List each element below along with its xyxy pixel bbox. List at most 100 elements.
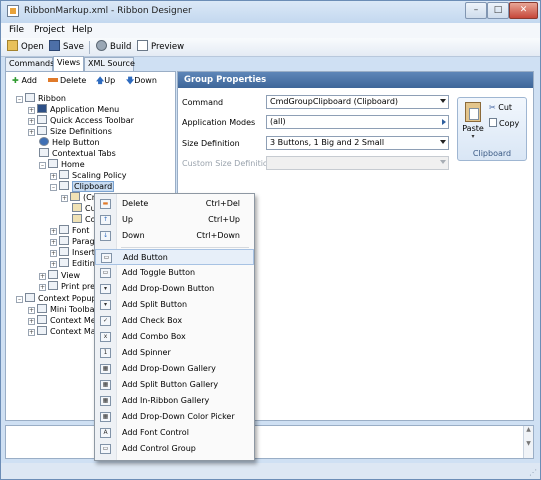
gallery-icon: ▦ <box>100 364 111 374</box>
ctx-delete[interactable]: ▬ Delete Ctrl+Del <box>95 196 254 212</box>
tree-node-help-button[interactable]: Help Button <box>39 137 100 148</box>
tree-node-quick-access-toolbar[interactable]: + Quick Access Toolbar <box>28 115 134 126</box>
resize-grip-icon[interactable]: ⋰ <box>529 468 537 477</box>
ctx-add-control-group[interactable]: ▭ Add Control Group <box>95 441 254 457</box>
expand-icon[interactable]: + <box>28 118 35 125</box>
expand-icon[interactable]: + <box>28 129 35 136</box>
expand-icon[interactable]: + <box>28 107 35 114</box>
ctx-add-font-control-label: Add Font Control <box>122 428 189 437</box>
expand-icon[interactable]: + <box>39 284 46 291</box>
ctx-add-in-ribbon-gallery[interactable]: ▦ Add In-Ribbon Gallery <box>95 393 254 409</box>
tab-views[interactable]: Views <box>53 56 84 71</box>
expand-icon[interactable]: + <box>28 329 35 336</box>
title-bar[interactable]: RibbonMarkup.xml - Ribbon Designer – □ ✕ <box>1 1 540 23</box>
group-preview: Paste ▾ ✂ Cut Copy Clipboard <box>457 97 527 161</box>
preview-button[interactable]: Preview <box>137 40 184 55</box>
folder-open-icon <box>7 40 18 51</box>
preview-cut-label: Cut <box>498 103 513 112</box>
ctx-add-split-button[interactable]: ▾ Add Split Button <box>95 297 254 313</box>
tree-node-view[interactable]: + View <box>39 270 80 281</box>
collapse-icon[interactable]: – <box>16 96 23 103</box>
ctx-add-button[interactable]: ▭ Add Button <box>95 249 254 265</box>
tree-node-label: Insert <box>72 248 95 257</box>
ctx-up-shortcut: Ctrl+Up <box>208 215 240 224</box>
ctx-add-toggle-button[interactable]: ▭ Add Toggle Button <box>95 265 254 281</box>
color-picker-icon: ▦ <box>100 412 111 422</box>
tree-node-context-maps[interactable]: + Context Map <box>28 326 101 337</box>
collapse-icon[interactable]: – <box>50 184 57 191</box>
tab-icon <box>48 159 58 168</box>
tree-context-menu: ▬ Delete Ctrl+Del ↑ Up Ctrl+Up ↓ Down Ctrl+Dow… <box>94 193 255 461</box>
tab-xml-source[interactable]: XML Source <box>84 57 135 71</box>
ctx-add-spinner-label: Add Spinner <box>122 348 171 357</box>
tree-node-size-definitions[interactable]: + Size Definitions <box>28 126 112 137</box>
menu-help[interactable]: Help <box>72 25 93 35</box>
tree-node-clipboard[interactable]: – Clipboard <box>50 181 115 192</box>
tree-node-label: Quick Access Toolbar <box>50 116 134 125</box>
maximize-button[interactable]: □ <box>487 2 509 19</box>
output-panel[interactable]: ▲ ▼ <box>5 425 534 459</box>
custom-size-combo <box>266 156 449 170</box>
ctx-add-drop-down-color-picker[interactable]: ▦ Add Drop-Down Color Picker <box>95 409 254 425</box>
open-label: Open <box>21 42 44 52</box>
ctx-add-font-control[interactable]: A Add Font Control <box>95 425 254 441</box>
ctx-add-control-group-label: Add Control Group <box>122 444 196 453</box>
ctx-up[interactable]: ↑ Up Ctrl+Up <box>95 212 254 228</box>
add-plus-icon: ✚ <box>12 76 22 85</box>
app-modes-field[interactable]: (all) <box>266 115 449 129</box>
save-button[interactable]: Save <box>49 40 84 55</box>
ctx-add-spinner[interactable]: 1 Add Spinner <box>95 345 254 361</box>
button-icon <box>72 203 82 212</box>
size-definition-combo[interactable]: 3 Buttons, 1 Big and 2 Small <box>266 136 449 150</box>
expand-icon[interactable]: + <box>39 273 46 280</box>
ctx-delete-label: Delete <box>122 199 149 208</box>
tree-node-font[interactable]: + Font <box>50 225 89 236</box>
expand-icon[interactable]: + <box>50 261 57 268</box>
tree-node-insert[interactable]: + Insert <box>50 247 95 258</box>
tab-commands[interactable]: Commands <box>5 57 54 71</box>
move-up-button[interactable]: 🡅Up <box>96 75 115 87</box>
expand-icon[interactable]: + <box>61 195 68 202</box>
delete-icon: ▬ <box>100 199 111 209</box>
tree-node-context-popup[interactable]: – Context Popup <box>16 293 97 304</box>
close-button[interactable]: ✕ <box>509 2 538 19</box>
build-button[interactable]: Build <box>96 40 131 55</box>
ctx-down[interactable]: ↓ Down Ctrl+Down <box>95 228 254 244</box>
ctx-add-drop-down-button[interactable]: ▾ Add Drop-Down Button <box>95 281 254 297</box>
output-scrollbar[interactable]: ▲ ▼ <box>523 426 533 458</box>
open-button[interactable]: Open <box>7 40 44 55</box>
expand-icon[interactable]: + <box>28 318 35 325</box>
tree-node-ribbon[interactable]: – Ribbon <box>16 93 66 104</box>
ctx-add-drop-down-gallery[interactable]: ▦ Add Drop-Down Gallery <box>95 361 254 377</box>
group-properties-header: Group Properties <box>178 72 533 88</box>
tree-node-editing[interactable]: + Editing <box>50 258 100 269</box>
command-combo[interactable]: CmdGroupClipboard (Clipboard) <box>266 95 449 109</box>
menu-file[interactable]: File <box>9 25 24 35</box>
expand-icon[interactable]: + <box>50 239 57 246</box>
delete-item-button[interactable]: Delete <box>48 75 86 87</box>
expand-icon[interactable]: + <box>28 307 35 314</box>
tab-icon <box>48 281 58 290</box>
ctx-add-split-button-gallery[interactable]: ▦ Add Split Button Gallery <box>95 377 254 393</box>
ctx-add-combo-box[interactable]: x Add Combo Box <box>95 329 254 345</box>
tree-node-home[interactable]: – Home <box>39 159 85 170</box>
build-gear-icon <box>96 40 107 51</box>
ctx-add-check-box[interactable]: ✓ Add Check Box <box>95 313 254 329</box>
collapse-icon[interactable]: – <box>16 296 23 303</box>
tree-node-application-menu[interactable]: + Application Menu <box>28 104 119 115</box>
collapse-icon[interactable]: – <box>39 162 46 169</box>
expand-icon[interactable]: + <box>50 250 57 257</box>
move-down-button[interactable]: 🡇Down <box>126 75 157 87</box>
expand-icon[interactable]: + <box>50 173 57 180</box>
chevron-right-icon <box>442 119 446 125</box>
add-item-button[interactable]: ✚ Add <box>12 75 37 87</box>
tree-node-scaling-policy[interactable]: + Scaling Policy <box>50 170 127 181</box>
minimize-button[interactable]: – <box>465 2 487 19</box>
menu-project[interactable]: Project <box>34 25 65 35</box>
save-icon <box>49 40 60 51</box>
expand-icon[interactable]: + <box>50 228 57 235</box>
tree-node-contextual-tabs[interactable]: Contextual Tabs <box>39 148 116 159</box>
preview-icon <box>137 40 148 51</box>
delete-label: Delete <box>60 76 87 85</box>
tree-node-mini-toolbars[interactable]: + Mini Toolbars <box>28 304 102 315</box>
